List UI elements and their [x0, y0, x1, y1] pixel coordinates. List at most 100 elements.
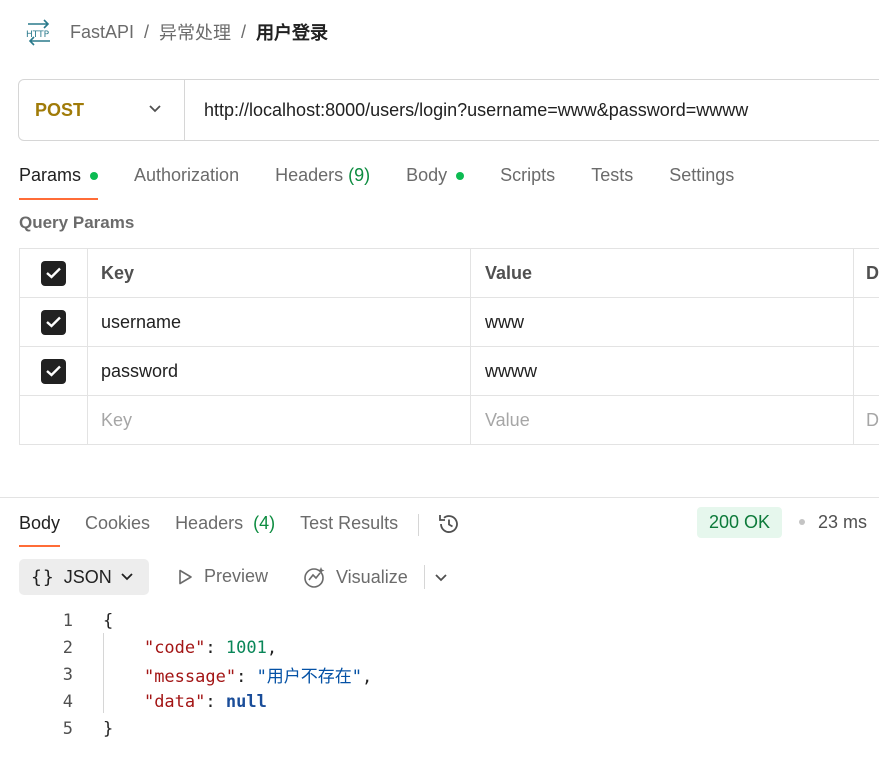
- code-text: "code": 1001,: [143, 637, 278, 658]
- param-value-cell[interactable]: wwww: [470, 346, 854, 396]
- code-text: "message": "用户不存在",: [143, 667, 373, 687]
- param-description-cell[interactable]: [853, 297, 879, 347]
- tab-params[interactable]: Params: [19, 160, 99, 200]
- json-value-null: null: [225, 691, 267, 712]
- response-headers-count: (4): [253, 513, 276, 533]
- breadcrumb-item-collection[interactable]: FastAPI: [70, 22, 134, 43]
- column-header-value: Value: [470, 248, 854, 298]
- response-tab-body[interactable]: Body: [19, 510, 61, 547]
- response-tab-cookies-label: Cookies: [85, 513, 151, 533]
- code-line: 4 "data": null: [0, 688, 372, 715]
- chevron-down-icon: [148, 101, 162, 119]
- param-key-cell[interactable]: username: [87, 297, 471, 347]
- tab-scripts[interactable]: Scripts: [500, 160, 555, 200]
- json-value-string: "用户不存在": [256, 667, 363, 687]
- breadcrumb: HTTP FastAPI / 异常处理 / 用户登录: [24, 18, 328, 46]
- url-input[interactable]: http://localhost:8000/users/login?userna…: [185, 100, 748, 121]
- toolbar-separator: [424, 565, 425, 589]
- json-key: "data": [143, 691, 206, 712]
- table-row-new: Key Value D: [19, 395, 879, 445]
- response-tabs: Body Cookies Headers (4) Test Results: [19, 510, 462, 547]
- method-select[interactable]: POST: [19, 80, 185, 140]
- json-brace-open: {: [103, 610, 114, 631]
- format-label: JSON: [63, 566, 112, 587]
- json-key: "message": [143, 667, 237, 687]
- json-brace-close: }: [103, 718, 114, 739]
- tab-settings[interactable]: Settings: [669, 160, 734, 200]
- response-tab-headers[interactable]: Headers (4): [175, 510, 275, 547]
- response-time[interactable]: 23 ms: [818, 512, 867, 533]
- query-params-table: Key Value D username www password wwww K…: [19, 248, 879, 445]
- tab-tests[interactable]: Tests: [591, 160, 633, 200]
- tab-settings-label: Settings: [669, 165, 735, 185]
- tab-body-label: Body: [406, 165, 448, 185]
- tab-headers[interactable]: Headers (9): [275, 160, 370, 200]
- code-line: 1 {: [0, 607, 372, 634]
- tab-params-label: Params: [19, 165, 82, 185]
- row-check-cell: [19, 395, 88, 445]
- preview-button[interactable]: Preview: [176, 566, 268, 587]
- json-comma: ,: [362, 667, 373, 687]
- table-row: username www: [19, 297, 879, 347]
- param-value-cell[interactable]: www: [470, 297, 854, 347]
- row-checkbox[interactable]: [41, 358, 66, 384]
- select-all-checkbox[interactable]: [41, 260, 66, 286]
- http-icon: HTTP: [24, 18, 54, 46]
- url-bar: POST http://localhost:8000/users/login?u…: [18, 79, 879, 141]
- tab-authorization-label: Authorization: [134, 165, 240, 185]
- new-param-value-input[interactable]: Value: [470, 395, 854, 445]
- request-tabs: Params Authorization Headers (9) Body Sc…: [19, 160, 770, 200]
- response-tab-cookies[interactable]: Cookies: [85, 510, 150, 547]
- json-value-number: 1001: [225, 637, 267, 658]
- code-line: 2 "code": 1001,: [0, 634, 372, 661]
- new-param-key-input[interactable]: Key: [87, 395, 471, 445]
- method-label: POST: [35, 99, 85, 120]
- visualize-label: Visualize: [336, 566, 408, 587]
- response-body-viewer[interactable]: 1 { 2 "code": 1001, 3 "message": "用户不存在"…: [0, 607, 373, 742]
- headers-count: (9): [348, 165, 371, 185]
- braces-icon: {}: [31, 566, 55, 588]
- param-description-cell[interactable]: [853, 346, 879, 396]
- line-number: 2: [62, 637, 73, 658]
- history-icon[interactable]: [436, 511, 462, 542]
- svg-text:HTTP: HTTP: [26, 30, 50, 40]
- code-text: }: [73, 719, 113, 739]
- tab-headers-label: Headers: [275, 165, 344, 185]
- json-key: "code": [143, 637, 206, 658]
- tab-authorization[interactable]: Authorization: [134, 160, 239, 200]
- response-tab-test-results[interactable]: Test Results: [300, 510, 398, 547]
- line-number: 3: [62, 664, 73, 685]
- response-divider[interactable]: [0, 497, 879, 498]
- visualize-button[interactable]: Visualize: [302, 564, 408, 590]
- code-line: 5 }: [0, 715, 372, 742]
- row-check-cell: [19, 346, 88, 396]
- select-all-cell: [19, 248, 88, 298]
- new-param-description-input[interactable]: D: [853, 395, 879, 445]
- meta-separator-dot: [799, 519, 805, 525]
- breadcrumb-separator: /: [144, 21, 150, 42]
- param-key-cell[interactable]: password: [87, 346, 471, 396]
- row-check-cell: [19, 297, 88, 347]
- row-checkbox[interactable]: [41, 309, 66, 335]
- chevron-down-icon: [120, 572, 134, 582]
- response-tab-headers-label: Headers: [175, 513, 244, 533]
- table-header-row: Key Value D: [19, 248, 879, 298]
- breadcrumb-separator: /: [241, 21, 247, 42]
- request-name[interactable]: 用户登录: [256, 19, 328, 45]
- column-header-description: D: [853, 248, 879, 298]
- visualize-icon: [302, 564, 328, 590]
- json-comma: ,: [266, 637, 278, 658]
- chevron-down-icon[interactable]: [434, 570, 448, 588]
- tab-tests-label: Tests: [591, 165, 634, 185]
- column-header-key: Key: [87, 248, 471, 298]
- response-tab-body-label: Body: [19, 513, 61, 533]
- code-text: "data": null: [143, 691, 267, 712]
- code-text: {: [73, 611, 113, 631]
- tab-scripts-label: Scripts: [500, 165, 556, 185]
- response-tab-test-results-label: Test Results: [300, 513, 399, 533]
- tab-separator: [418, 514, 420, 536]
- tab-body[interactable]: Body: [406, 160, 465, 200]
- status-badge[interactable]: 200 OK: [697, 507, 783, 538]
- format-select[interactable]: {} JSON: [19, 559, 149, 595]
- breadcrumb-item-folder[interactable]: 异常处理: [159, 19, 231, 45]
